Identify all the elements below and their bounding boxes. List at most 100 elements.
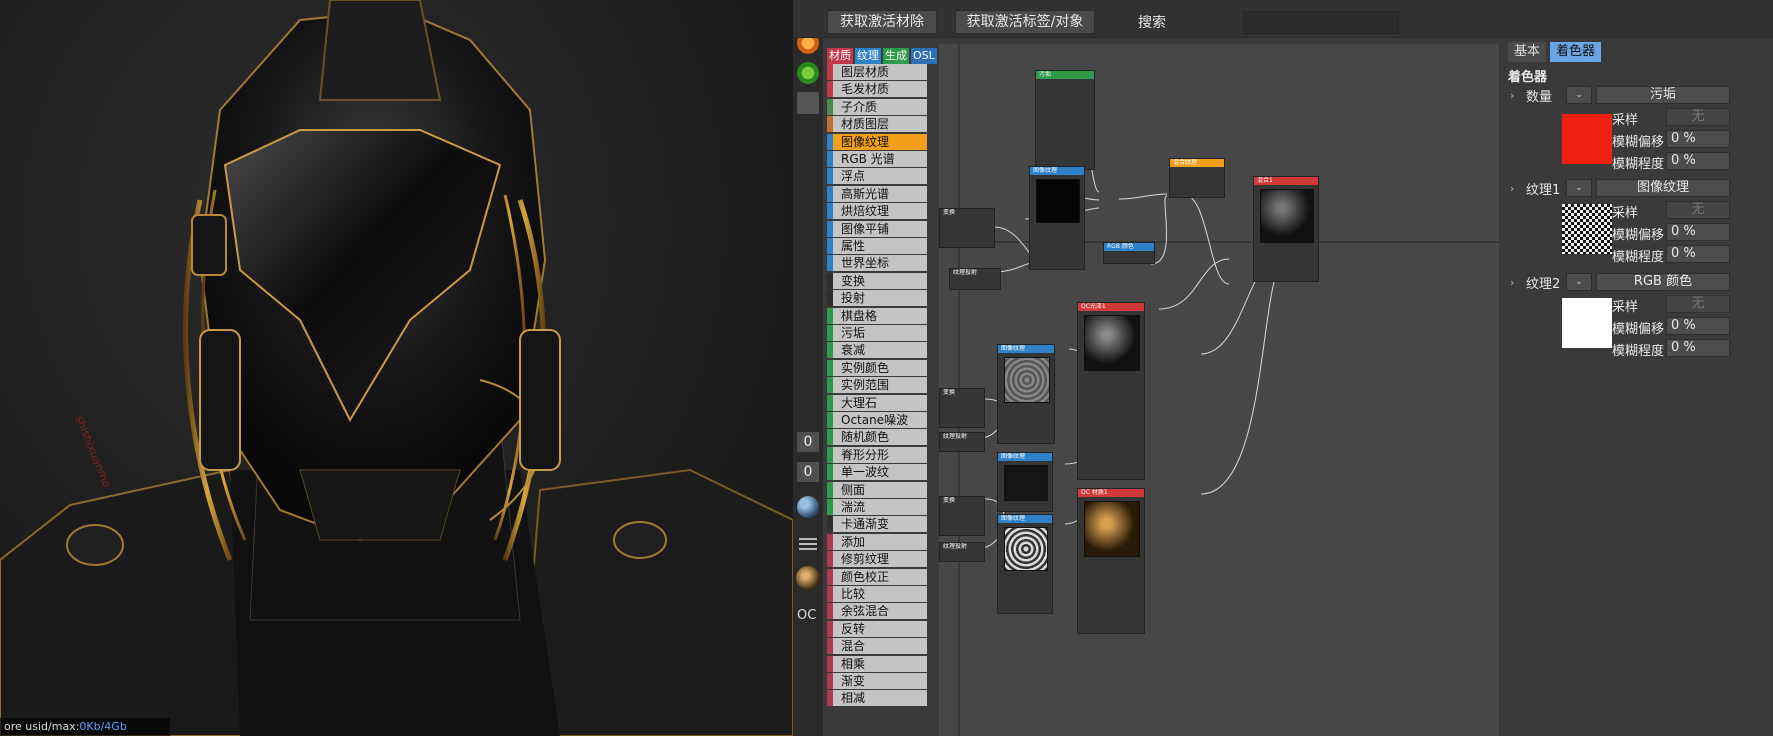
search-input[interactable] [1243,11,1399,34]
amount-dropdown[interactable]: ⌄ [1566,86,1592,104]
node-list-item[interactable]: 相乘 [827,655,927,672]
node-list-item[interactable]: 毛发材质 [827,81,927,98]
node-glossy1[interactable]: OC光泽1 [1077,302,1145,480]
node-preview-thumbnail [1084,501,1140,557]
expand-texture1-icon[interactable]: › [1510,182,1514,195]
render-viewport[interactable]: shishixuanmo ore usid/max:0Kb/4Gb [0,0,793,736]
category-tab[interactable]: 材质 [827,48,853,64]
texture1-dropdown[interactable]: ⌄ [1566,179,1592,197]
node-projection2[interactable]: 纹理投射 [939,432,985,452]
blur-offset-input-1[interactable]: 0 % [1666,130,1730,148]
node-list-item[interactable]: 修剪纹理 [827,551,927,568]
blur-level-input-1[interactable]: 0 % [1666,152,1730,170]
node-mix[interactable]: 混合纹理 [1169,158,1225,198]
node-list-item[interactable]: 子介质 [827,98,927,115]
node-list-item[interactable]: 比较 [827,586,927,602]
node-list-item[interactable]: 世界坐标 [827,255,927,272]
node-list-item[interactable]: 棋盘格 [827,307,927,324]
node-list-item[interactable]: 实例颜色 [827,359,927,376]
node-list-item[interactable]: 变换 [827,272,927,289]
node-list-item[interactable]: 图像平铺 [827,220,927,237]
node-list-item[interactable]: 颜色校正 [827,568,927,585]
node-list-item[interactable]: 湍流 [827,499,927,515]
node-list-item[interactable]: 污垢 [827,325,927,341]
node-list-item[interactable]: 渐变 [827,673,927,689]
blur-level-label-2: 模糊程度 [1612,250,1665,265]
node-list-item[interactable]: 随机颜色 [827,429,927,446]
node-title: 变换 [940,209,994,217]
node-list-item[interactable]: 大理石 [827,394,927,411]
node-list-item[interactable]: 衰减 [827,342,927,359]
sample-select-1[interactable]: 无 [1666,108,1730,126]
node-image4[interactable]: 图像纹理 [997,514,1053,614]
node-rgb[interactable]: RGB 颜色 [1103,242,1155,264]
node-title: 混合纹理 [1170,159,1224,167]
category-tab[interactable]: OSL [911,48,937,64]
amount-shader-button[interactable]: 污垢 [1596,86,1730,104]
node-list-item[interactable]: 图像纹理 [827,133,927,150]
node-list-item[interactable]: 属性 [827,238,927,254]
node-transform2[interactable]: 变换 [939,388,985,428]
node-title: 图像纹理 [998,515,1052,523]
texture1-shader-button[interactable]: 图像纹理 [1596,179,1730,197]
oc-label: OC [797,608,817,623]
blur-offset-input-2[interactable]: 0 % [1666,223,1730,241]
node-transform3[interactable]: 变换 [939,496,985,536]
node-list-item[interactable]: 添加 [827,533,927,550]
expand-amount-icon[interactable]: › [1510,89,1514,102]
node-list-item[interactable]: 侧面 [827,481,927,498]
node-image3[interactable]: 图像纹理 [997,452,1053,512]
menu-icon[interactable] [799,538,817,550]
oc-material-preview-icon[interactable] [796,566,820,590]
node-graph-icon[interactable] [797,92,819,114]
node-glossy2[interactable]: OC 材质1 [1077,488,1145,634]
node-list-item[interactable]: 材质图层 [827,116,927,133]
tab-basic[interactable]: 基本 [1508,42,1547,62]
node-list-item[interactable]: 相减 [827,690,927,707]
get-active-material-button[interactable]: 获取激活材除 [827,10,937,34]
node-image2[interactable]: 图像纹理 [997,344,1055,444]
texture2-dropdown[interactable]: ⌄ [1566,273,1592,291]
node-list-item[interactable]: 烘焙纹理 [827,203,927,220]
node-list-item[interactable]: 卡通渐变 [827,516,927,533]
node-list-item[interactable]: 高斯光谱 [827,185,927,202]
node-list-item[interactable]: 图层材质 [827,64,927,80]
category-tab[interactable]: 纹理 [855,48,881,64]
strip-number-2[interactable]: 0 [797,462,819,482]
texture-icon[interactable] [797,62,819,84]
node-list-item[interactable]: 反转 [827,620,927,637]
node-list-item[interactable]: 余弦混合 [827,603,927,620]
node-mixmat[interactable]: 混合1 [1253,176,1319,282]
blur-offset-label-2: 模糊偏移 [1612,228,1665,243]
sphere-preview-icon[interactable] [797,496,819,518]
category-tab[interactable]: 生成 [883,48,909,64]
node-list-item[interactable]: 实例范围 [827,377,927,394]
node-list-item[interactable]: 投射 [827,290,927,307]
node-canvas[interactable]: 污垢 图像纹理 变换 纹理投射 RGB 颜色 混合纹理 混合1 OC光泽1 图像纹理 变换 纹理投射… [939,44,1499,736]
node-title: OC光泽1 [1078,303,1144,311]
node-list-item[interactable]: Octane噪波 [827,412,927,428]
node-image1[interactable]: 图像纹理 [1029,166,1085,270]
node-list-item[interactable]: 混合 [827,638,927,655]
blur-level-input-2[interactable]: 0 % [1666,245,1730,263]
texture2-shader-button[interactable]: RGB 颜色 [1596,273,1730,291]
tab-shader[interactable]: 着色器 [1550,42,1602,62]
amount-color-swatch[interactable] [1562,114,1612,164]
node-list-item[interactable]: 脊形分形 [827,446,927,463]
node-list-item[interactable]: 单一波纹 [827,464,927,481]
node-list-item[interactable]: RGB 光谱 [827,151,927,167]
sample-select-2[interactable]: 无 [1666,201,1730,219]
node-projection3[interactable]: 纹理投射 [939,542,985,562]
blur-offset-input-3[interactable]: 0 % [1666,317,1730,335]
blur-level-input-3[interactable]: 0 % [1666,339,1730,357]
texture2-color-swatch[interactable] [1562,298,1612,348]
sample-select-3[interactable]: 无 [1666,295,1730,313]
node-projection1[interactable]: 纹理投射 [949,268,1001,290]
texture1-preview[interactable] [1562,204,1612,254]
expand-texture2-icon[interactable]: › [1510,276,1514,289]
node-transform1[interactable]: 变换 [939,208,995,248]
node-list-item[interactable]: 浮点 [827,168,927,185]
strip-number-1[interactable]: 0 [797,432,819,452]
node-dirt[interactable]: 污垢 [1035,70,1095,170]
get-active-tag-button[interactable]: 获取激活标签/对象 [955,10,1095,34]
